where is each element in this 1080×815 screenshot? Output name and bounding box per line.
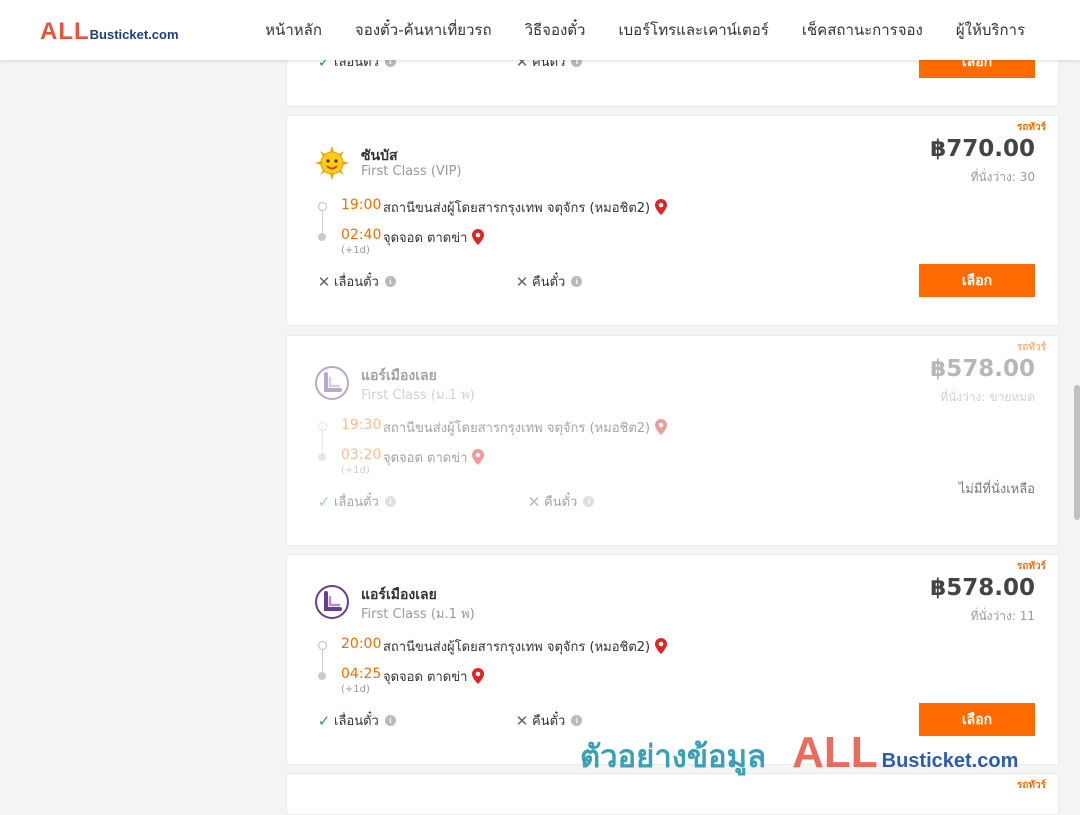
refund-label: คืนตั๋ว xyxy=(544,495,578,510)
watermark-busticket-text: Busticket.com xyxy=(881,750,1019,772)
cross-icon: ✕ xyxy=(317,272,331,291)
next-day-indicator: (+1d) xyxy=(341,245,370,256)
departure-place-text: สถานีขนส่งผู้โดยสารกรุงเทพ จตุจักร (หมอช… xyxy=(383,201,651,216)
arrival-place-text: จุดจอด ตาดข่า xyxy=(383,231,468,246)
select-button[interactable]: เลือก xyxy=(919,264,1035,297)
trip-card-sold-out: รถทัวร์ แอร์เมืองเลย First Class (ม.1 พ)… xyxy=(286,335,1059,546)
bus-type-tag: รถทัวร์ xyxy=(1016,122,1046,133)
arrival-time: 03:20 xyxy=(341,447,382,463)
logo-busticket-text: Busticket.com xyxy=(89,27,179,42)
check-icon: ✓ xyxy=(317,492,331,511)
arrival-dot xyxy=(318,672,326,680)
check-icon: ✓ xyxy=(317,711,331,730)
arrival-dot xyxy=(318,233,326,241)
map-pin-icon[interactable] xyxy=(655,638,668,654)
cross-icon: ✕ xyxy=(527,492,541,511)
departure-place: สถานีขนส่งผู้โดยสารกรุงเทพ จตุจักร (หมอช… xyxy=(383,197,668,218)
reschedule-label: เลื่อนตั๋ว xyxy=(334,275,379,290)
arrival-dot xyxy=(318,453,326,461)
nav-how-to-book[interactable]: วิธีจองตั๋ว xyxy=(525,18,586,42)
next-day-indicator: (+1d) xyxy=(341,465,370,476)
departure-time: 19:00 xyxy=(341,197,382,213)
sunbus-logo-icon xyxy=(315,146,349,180)
sample-data-watermark: ตัวอย่างข้อมูล ALL Busticket.com xyxy=(580,728,1018,781)
main-nav: หน้าหลัก จองตั๋ว-ค้นหาเที่ยวรถ วิธีจองตั… xyxy=(265,0,1025,60)
refund-feature: ✕ คืนตั๋ว i xyxy=(527,491,595,512)
air-mueang-loei-logo-icon xyxy=(315,366,349,400)
top-navbar: ALL Busticket.com หน้าหลัก จองตั๋ว-ค้นหา… xyxy=(0,0,1080,60)
reschedule-label: เลื่อนตั๋ว xyxy=(334,714,379,729)
info-icon[interactable]: i xyxy=(571,715,583,726)
page-scrollbar[interactable] xyxy=(1074,385,1080,520)
watermark-all-text: ALL xyxy=(792,728,878,777)
departure-dot xyxy=(318,641,327,650)
cross-icon: ✕ xyxy=(515,711,529,730)
info-icon[interactable]: i xyxy=(571,276,583,287)
bus-type-tag: รถทัวร์ xyxy=(1016,561,1046,572)
ticket-price: ฿770.00 xyxy=(930,136,1035,162)
arrival-place: จุดจอด ตาดข่า xyxy=(383,227,485,248)
reschedule-label: เลื่อนตั๋ว xyxy=(334,495,379,510)
air-mueang-loei-logo-icon xyxy=(315,585,349,619)
watermark-thai-text: ตัวอย่างข้อมูล xyxy=(580,739,767,775)
nav-phone-counters[interactable]: เบอร์โทรและเคาน์เตอร์ xyxy=(618,18,768,42)
seats-available: ที่นั่งว่าง: 30 xyxy=(970,170,1035,184)
departure-place-text: สถานีขนส่งผู้โดยสารกรุงเทพ จตุจักร (หมอช… xyxy=(383,640,651,655)
departure-dot xyxy=(318,422,327,431)
info-icon[interactable]: i xyxy=(384,276,396,287)
map-pin-icon[interactable] xyxy=(472,449,485,465)
ticket-price: ฿578.00 xyxy=(930,356,1035,382)
nav-operators[interactable]: ผู้ให้บริการ xyxy=(956,18,1025,42)
trip-card: รถทัวร์ ซันบัส First Class (VIP) ฿770.00… xyxy=(286,115,1059,326)
refund-feature: ✕ คืนตั๋ว i xyxy=(515,271,583,292)
map-pin-icon[interactable] xyxy=(472,668,485,684)
refund-label: คืนตั๋ว xyxy=(532,275,566,290)
nav-check-booking[interactable]: เช็คสถานะการจอง xyxy=(802,18,923,42)
cross-icon: ✕ xyxy=(515,272,529,291)
info-icon[interactable]: i xyxy=(583,496,595,507)
next-day-indicator: (+1d) xyxy=(341,684,370,695)
departure-place: สถานีขนส่งผู้โดยสารกรุงเทพ จตุจักร (หมอช… xyxy=(383,417,668,438)
departure-place: สถานีขนส่งผู้โดยสารกรุงเทพ จตุจักร (หมอช… xyxy=(383,636,668,657)
refund-label: คืนตั๋ว xyxy=(532,714,566,729)
bus-type-tag: รถทัวร์ xyxy=(1016,342,1046,353)
no-seats-left-text: ไม่มีที่นั่งเหลือ xyxy=(958,482,1035,497)
arrival-place: จุดจอด ตาดข่า xyxy=(383,447,485,468)
logo-all-text: ALL xyxy=(40,18,90,45)
bus-class: First Class (VIP) xyxy=(361,164,462,179)
reschedule-feature: ✓ เลื่อนตั๋ว i xyxy=(317,710,396,731)
seats-available: ที่นั่งว่าง: 11 xyxy=(970,609,1035,623)
seats-available: ที่นั่งว่าง: ขายหมด xyxy=(940,390,1035,404)
bus-class: First Class (ม.1 พ) xyxy=(361,607,475,622)
reschedule-feature: ✓ เลื่อนตั๋ว i xyxy=(317,491,396,512)
arrival-place: จุดจอด ตาดข่า xyxy=(383,666,485,687)
reschedule-feature: ✕ เลื่อนตั๋ว i xyxy=(317,271,396,292)
arrival-time: 04:25 xyxy=(341,666,382,682)
refund-feature: ✕ คืนตั๋ว i xyxy=(515,710,583,731)
bus-type-tag: รถทัวร์ xyxy=(1016,780,1046,791)
map-pin-icon[interactable] xyxy=(655,199,668,215)
info-icon[interactable]: i xyxy=(384,496,396,507)
departure-dot xyxy=(318,202,327,211)
arrival-place-text: จุดจอด ตาดข่า xyxy=(383,670,468,685)
arrival-place-text: จุดจอด ตาดข่า xyxy=(383,451,468,466)
departure-place-text: สถานีขนส่งผู้โดยสารกรุงเทพ จตุจักร (หมอช… xyxy=(383,421,651,436)
arrival-time: 02:40 xyxy=(341,227,382,243)
map-pin-icon[interactable] xyxy=(472,229,485,245)
map-pin-icon[interactable] xyxy=(655,419,668,435)
bus-class: First Class (ม.1 พ) xyxy=(361,388,475,403)
ticket-price: ฿578.00 xyxy=(930,575,1035,601)
nav-book-search[interactable]: จองตั๋ว-ค้นหาเที่ยวรถ xyxy=(355,18,492,42)
nav-home[interactable]: หน้าหลัก xyxy=(265,18,322,42)
departure-time: 19:30 xyxy=(341,417,382,433)
departure-time: 20:00 xyxy=(341,636,382,652)
info-icon[interactable]: i xyxy=(384,715,396,726)
site-logo[interactable]: ALL Busticket.com xyxy=(40,18,179,46)
